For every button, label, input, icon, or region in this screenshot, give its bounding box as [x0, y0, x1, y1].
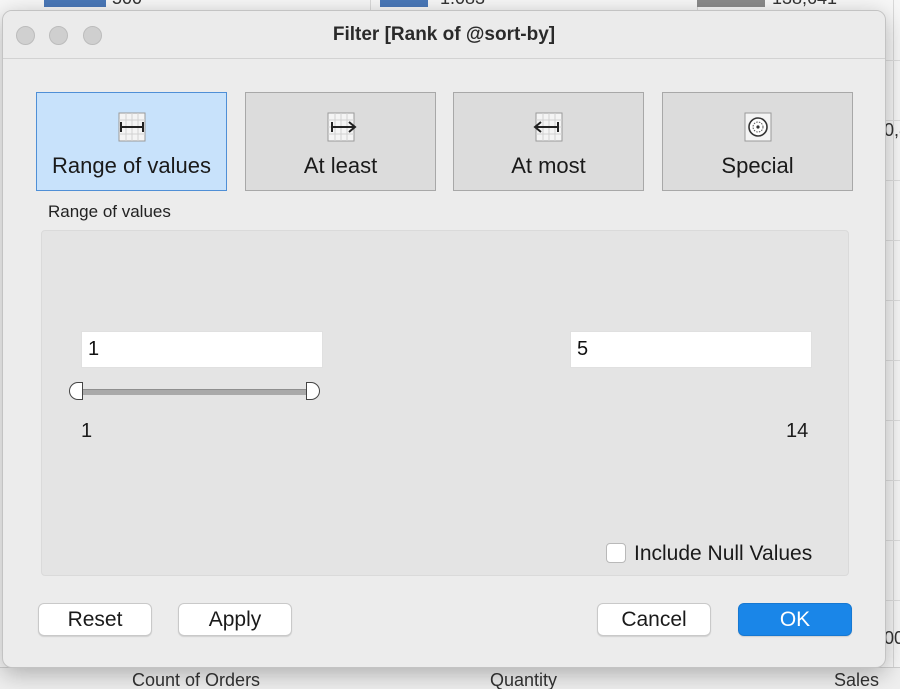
range-icon — [118, 112, 145, 142]
column-header[interactable]: Quantity — [490, 670, 557, 689]
at-most-button[interactable]: At most — [453, 92, 644, 191]
column-header[interactable]: Count of Orders — [132, 670, 260, 689]
title-bar: Filter [Rank of @sort-by] — [3, 11, 885, 59]
include-null-label[interactable]: Include Null Values — [634, 542, 812, 566]
max-value-input[interactable] — [570, 331, 812, 368]
at-least-icon — [327, 112, 357, 142]
range-of-values-button[interactable]: Range of values — [36, 92, 227, 191]
filter-dialog: Filter [Rank of @sort-by] Range of value… — [2, 10, 886, 668]
min-value-input[interactable] — [81, 331, 323, 368]
apply-button[interactable]: Apply — [178, 603, 292, 636]
worksheet-value: 138,641 — [772, 0, 837, 9]
section-label: Range of values — [48, 202, 171, 221]
range-panel — [41, 230, 849, 576]
worksheet-bar — [380, 0, 428, 7]
ok-button[interactable]: OK — [738, 603, 852, 636]
worksheet-value: 00 — [884, 628, 900, 648]
grid-line — [893, 0, 894, 689]
reset-button[interactable]: Reset — [38, 603, 152, 636]
mode-label: Range of values — [52, 153, 211, 178]
at-most-icon — [532, 112, 562, 142]
range-max-label: 14 — [786, 420, 809, 442]
special-button[interactable]: Special — [662, 92, 853, 191]
mode-label: At most — [511, 153, 586, 178]
worksheet-bar — [697, 0, 765, 7]
worksheet-column-headers: Count of Orders Quantity Sales — [0, 667, 900, 689]
include-null-checkbox[interactable] — [606, 543, 626, 563]
dialog-title: Filter [Rank of @sort-by] — [332, 24, 556, 45]
special-icon — [744, 112, 771, 142]
worksheet-value: 1.083 — [440, 0, 485, 9]
mode-label: At least — [303, 153, 378, 178]
cancel-button[interactable]: Cancel — [597, 603, 711, 636]
range-min-label: 1 — [81, 420, 93, 442]
range-slider-min-handle[interactable] — [69, 382, 83, 400]
mode-label: Special — [721, 153, 794, 178]
at-least-button[interactable]: At least — [245, 92, 436, 191]
range-slider-track[interactable] — [78, 389, 316, 395]
column-header[interactable]: Sales — [834, 670, 879, 689]
worksheet-value: 0,8 — [884, 120, 900, 140]
worksheet-value: 500 — [112, 0, 142, 9]
worksheet-bar — [44, 0, 106, 7]
